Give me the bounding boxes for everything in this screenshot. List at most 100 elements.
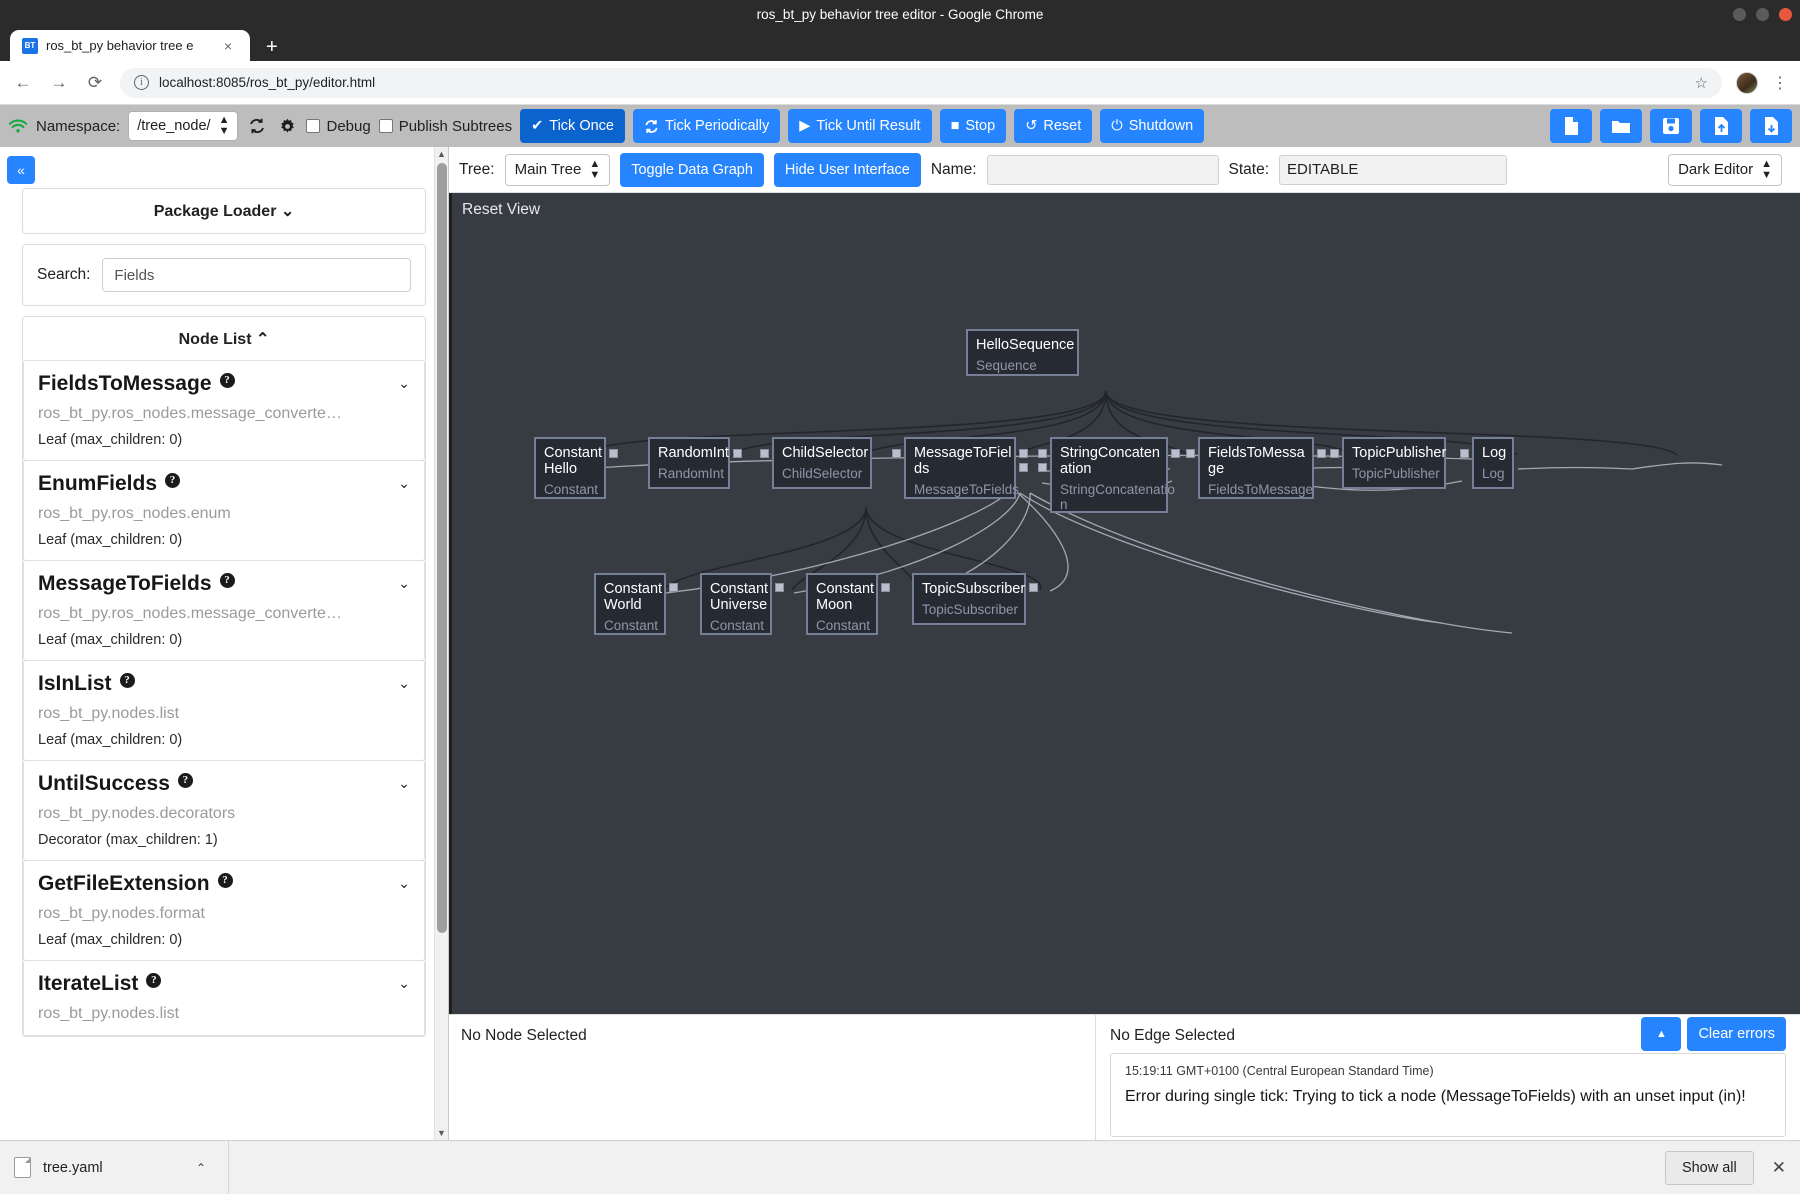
- reset-button[interactable]: ↺ Reset: [1014, 109, 1093, 143]
- upload-icon[interactable]: [1700, 109, 1742, 143]
- help-icon[interactable]: ?: [165, 472, 181, 488]
- help-icon[interactable]: ?: [219, 372, 235, 388]
- address-bar[interactable]: i localhost:8085/ros_bt_py/editor.html ☆: [120, 67, 1722, 98]
- list-item[interactable]: FieldsToMessage ? ⌄ ros_bt_py.ros_nodes.…: [23, 360, 425, 461]
- package-loader-panel[interactable]: Package Loader ⌄: [22, 188, 426, 234]
- node-port[interactable]: [609, 449, 618, 458]
- minimize-button[interactable]: [1733, 7, 1746, 21]
- node-port[interactable]: [1186, 449, 1195, 458]
- node-port[interactable]: [892, 449, 901, 458]
- help-icon[interactable]: ?: [217, 872, 233, 888]
- node-port[interactable]: [1019, 463, 1028, 472]
- tree-node-hello-sequence[interactable]: HelloSequence Sequence: [966, 329, 1079, 376]
- node-port[interactable]: [1171, 449, 1180, 458]
- node-port[interactable]: [1038, 449, 1047, 458]
- chevron-down-icon[interactable]: ⌄: [398, 675, 410, 692]
- collapse-errors-button[interactable]: ▲: [1641, 1017, 1682, 1051]
- save-icon[interactable]: [1650, 109, 1692, 143]
- node-port[interactable]: [733, 449, 742, 458]
- tree-node-log[interactable]: Log Log: [1460, 437, 1514, 489]
- theme-select[interactable]: Dark Editor ▲ ▼: [1668, 153, 1782, 186]
- name-input[interactable]: [986, 154, 1219, 185]
- bookmark-star-icon[interactable]: ☆: [1695, 74, 1708, 92]
- node-port[interactable]: [1038, 463, 1047, 472]
- help-icon[interactable]: ?: [177, 772, 193, 788]
- node-port[interactable]: [775, 583, 784, 592]
- list-item[interactable]: EnumFields ? ⌄ ros_bt_py.ros_nodes.enum …: [23, 460, 425, 561]
- tick-until-result-button[interactable]: ▶ Tick Until Result: [788, 109, 932, 143]
- help-icon[interactable]: ?: [146, 972, 162, 988]
- chrome-menu-icon[interactable]: ⋮: [1772, 73, 1788, 93]
- tree-node-random-int[interactable]: RandomInt RandomInt: [648, 437, 742, 489]
- list-item[interactable]: IterateList ? ⌄ ros_bt_py.nodes.list: [23, 960, 425, 1036]
- node-port[interactable]: [669, 583, 678, 592]
- stop-button[interactable]: ■ Stop: [939, 109, 1007, 143]
- gear-icon[interactable]: [276, 114, 298, 138]
- profile-avatar[interactable]: [1736, 71, 1758, 94]
- refresh-icon[interactable]: [246, 114, 268, 138]
- clear-errors-button[interactable]: Clear errors: [1687, 1017, 1786, 1051]
- tree-node-string-concatenation[interactable]: StringConcaten ation StringConcatenatio …: [1038, 437, 1180, 513]
- chevron-down-icon[interactable]: ⌄: [398, 775, 410, 792]
- tree-node-fields-to-message[interactable]: FieldsToMessa ge FieldsToMessage: [1186, 437, 1326, 499]
- node-port[interactable]: [760, 449, 769, 458]
- node-port[interactable]: [881, 583, 890, 592]
- tree-node-constant-universe[interactable]: Constant Universe Constant: [700, 573, 784, 635]
- chevron-up-icon[interactable]: ⌃: [196, 1161, 206, 1175]
- tree-node-topic-subscriber[interactable]: TopicSubscriber TopicSubscriber: [912, 573, 1038, 625]
- tree-node-constant-hello[interactable]: Constant Hello Constant: [534, 437, 618, 499]
- chevron-down-icon[interactable]: ⌄: [398, 375, 410, 392]
- chevron-down-icon[interactable]: ⌄: [398, 575, 410, 592]
- list-item[interactable]: UntilSuccess ? ⌄ ros_bt_py.nodes.decorat…: [23, 760, 425, 861]
- close-shelf-icon[interactable]: ✕: [1772, 1158, 1786, 1178]
- tree-canvas[interactable]: Reset View HelloSequence Sequence Consta…: [449, 193, 1800, 1014]
- collapse-sidebar-button[interactable]: «: [7, 156, 35, 184]
- new-tab-button[interactable]: +: [266, 37, 278, 57]
- search-input[interactable]: [102, 258, 411, 292]
- node-list-header[interactable]: Node List ⌃: [23, 317, 425, 361]
- list-item[interactable]: IsInList ? ⌄ ros_bt_py.nodes.list Leaf (…: [23, 660, 425, 761]
- hide-user-interface-button[interactable]: Hide User Interface: [773, 152, 921, 187]
- tree-node-constant-world[interactable]: Constant World Constant: [594, 573, 678, 635]
- download-icon[interactable]: [1750, 109, 1792, 143]
- publish-subtrees-checkbox[interactable]: [378, 119, 393, 133]
- forward-icon[interactable]: →: [48, 72, 70, 94]
- help-icon[interactable]: ?: [119, 672, 135, 688]
- reset-view-button[interactable]: Reset View: [462, 201, 540, 219]
- list-item[interactable]: GetFileExtension ? ⌄ ros_bt_py.nodes.for…: [23, 860, 425, 961]
- tree-node-constant-moon[interactable]: Constant Moon Constant: [806, 573, 890, 635]
- close-tab-icon[interactable]: ×: [224, 38, 232, 54]
- sidebar-scrollbar[interactable]: ▲ ▼: [434, 147, 448, 1140]
- chevron-down-icon[interactable]: ⌄: [398, 475, 410, 492]
- chevron-down-icon[interactable]: ⌄: [398, 875, 410, 892]
- scrollbar-thumb[interactable]: [437, 163, 447, 933]
- tick-periodically-button[interactable]: Tick Periodically: [632, 109, 781, 143]
- toggle-data-graph-button[interactable]: Toggle Data Graph: [620, 152, 764, 187]
- show-all-downloads-button[interactable]: Show all: [1664, 1150, 1754, 1185]
- shutdown-button[interactable]: ⏻ Shutdown: [1100, 109, 1205, 143]
- package-loader-header[interactable]: Package Loader ⌄: [23, 189, 425, 233]
- tree-select[interactable]: Main Tree ▲ ▼: [504, 153, 611, 186]
- namespace-select[interactable]: /tree_node/ ▲ ▼: [128, 111, 239, 141]
- back-icon[interactable]: ←: [12, 72, 34, 94]
- node-port[interactable]: [1460, 449, 1469, 458]
- tick-once-button[interactable]: ✔ Tick Once: [520, 109, 625, 143]
- debug-checkbox[interactable]: [306, 119, 321, 133]
- tree-node-message-to-fields[interactable]: MessageToFiel ds MessageToFields: [892, 437, 1028, 499]
- node-port[interactable]: [1029, 583, 1038, 592]
- node-port[interactable]: [1317, 449, 1326, 458]
- download-item[interactable]: tree.yaml ⌃: [14, 1140, 229, 1194]
- open-folder-icon[interactable]: [1600, 109, 1642, 143]
- publish-subtrees-checkbox-row[interactable]: Publish Subtrees: [378, 118, 512, 135]
- new-file-icon[interactable]: [1550, 109, 1592, 143]
- help-icon[interactable]: ?: [219, 572, 235, 588]
- list-item[interactable]: MessageToFields ? ⌄ ros_bt_py.ros_nodes.…: [23, 560, 425, 661]
- browser-tab[interactable]: BT ros_bt_py behavior tree e ×: [10, 30, 250, 61]
- scroll-down-icon[interactable]: ▼: [435, 1126, 448, 1140]
- maximize-button[interactable]: [1756, 7, 1769, 21]
- node-port[interactable]: [1330, 449, 1339, 458]
- tree-node-child-selector[interactable]: ChildSelector ChildSelector: [760, 437, 872, 489]
- site-info-icon[interactable]: i: [134, 75, 149, 90]
- close-window-button[interactable]: [1779, 7, 1792, 21]
- scroll-up-icon[interactable]: ▲: [435, 147, 448, 161]
